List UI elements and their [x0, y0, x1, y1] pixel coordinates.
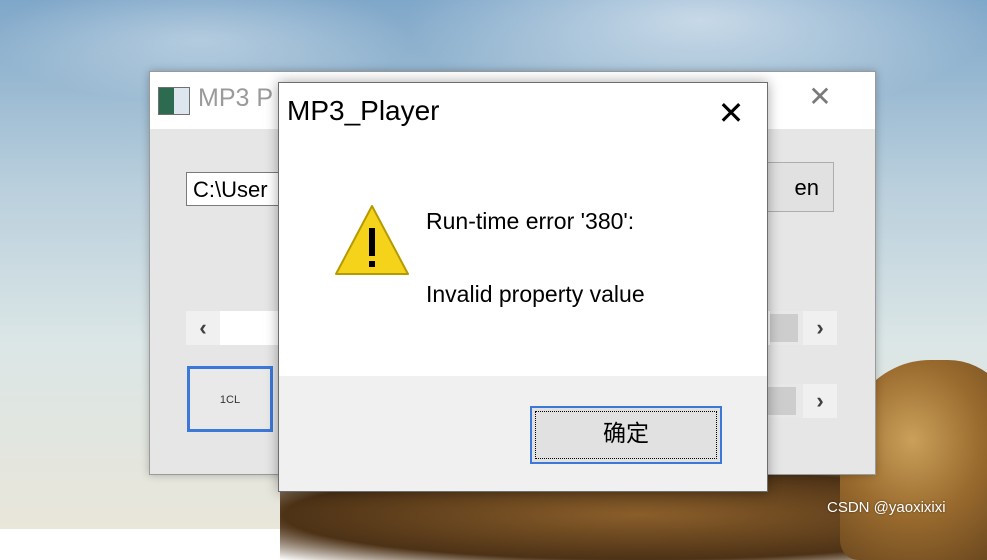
open-button[interactable]: en	[762, 162, 834, 212]
chevron-right-icon[interactable]: ›	[803, 311, 837, 345]
watermark: CSDN @yaoxixixi	[827, 499, 946, 516]
ok-button[interactable]: 确定	[530, 406, 722, 464]
chevron-right-icon[interactable]: ›	[803, 384, 837, 418]
dialog-footer: 确定	[279, 376, 767, 491]
dialog-title: MP3_Player	[287, 95, 440, 126]
close-icon[interactable]: ✕	[711, 93, 751, 133]
media-control[interactable]: 1CL	[187, 366, 273, 432]
error-message-detail: Invalid property value	[426, 281, 645, 307]
main-window-title: MP3 P	[198, 84, 274, 112]
warning-icon	[335, 205, 409, 275]
main-close-icon[interactable]: ✕	[805, 82, 835, 112]
error-message-title: Run-time error '380':	[426, 208, 635, 234]
chevron-left-icon[interactable]: ‹	[186, 311, 220, 345]
error-dialog: MP3_Player ✕ Run-time error '380': Inval…	[278, 82, 768, 492]
ok-button-label: 确定	[603, 420, 649, 446]
scroll-thumb[interactable]	[770, 314, 798, 342]
app-icon	[158, 87, 190, 115]
